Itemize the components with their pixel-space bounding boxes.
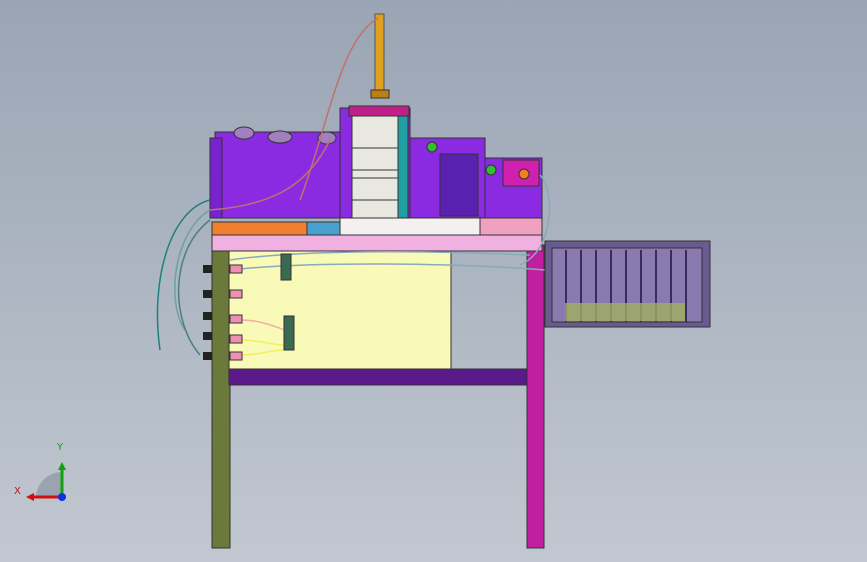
- left-leg: [211, 244, 231, 549]
- triad-y-label: Y: [57, 442, 64, 453]
- valve-block-1: [280, 253, 292, 281]
- cylinder-arm: [370, 89, 390, 99]
- tower-cap: [348, 105, 410, 117]
- knob-1: [233, 126, 255, 140]
- dark-panel: [439, 153, 479, 217]
- triad-shadow: [36, 472, 62, 498]
- left-purple-top: [209, 137, 223, 219]
- orientation-triad: [26, 462, 66, 501]
- valve-block-2: [283, 315, 295, 351]
- left-purple-block: [214, 131, 341, 219]
- table-strip-pink: [479, 217, 543, 236]
- cad-viewport[interactable]: X Y: [0, 0, 867, 562]
- black-connectors: [203, 265, 212, 360]
- green-indicator-1: [426, 141, 438, 153]
- table-strip-blue: [306, 221, 341, 236]
- tower-teal-edge: [397, 109, 409, 219]
- right-leg: [526, 244, 545, 549]
- orange-indicator: [518, 168, 530, 180]
- table-strip-orange: [211, 221, 308, 236]
- green-indicator-2: [485, 164, 497, 176]
- brass-cylinder: [374, 13, 385, 91]
- table-strip-light: [339, 217, 481, 236]
- knob-2: [267, 130, 293, 144]
- table-top: [211, 234, 543, 252]
- crate: [544, 240, 711, 328]
- drawer-2: [351, 177, 399, 201]
- drawer-1: [351, 147, 399, 171]
- triad-x-label: X: [14, 486, 21, 497]
- cross-bar: [228, 368, 528, 386]
- machine-model: [26, 13, 711, 549]
